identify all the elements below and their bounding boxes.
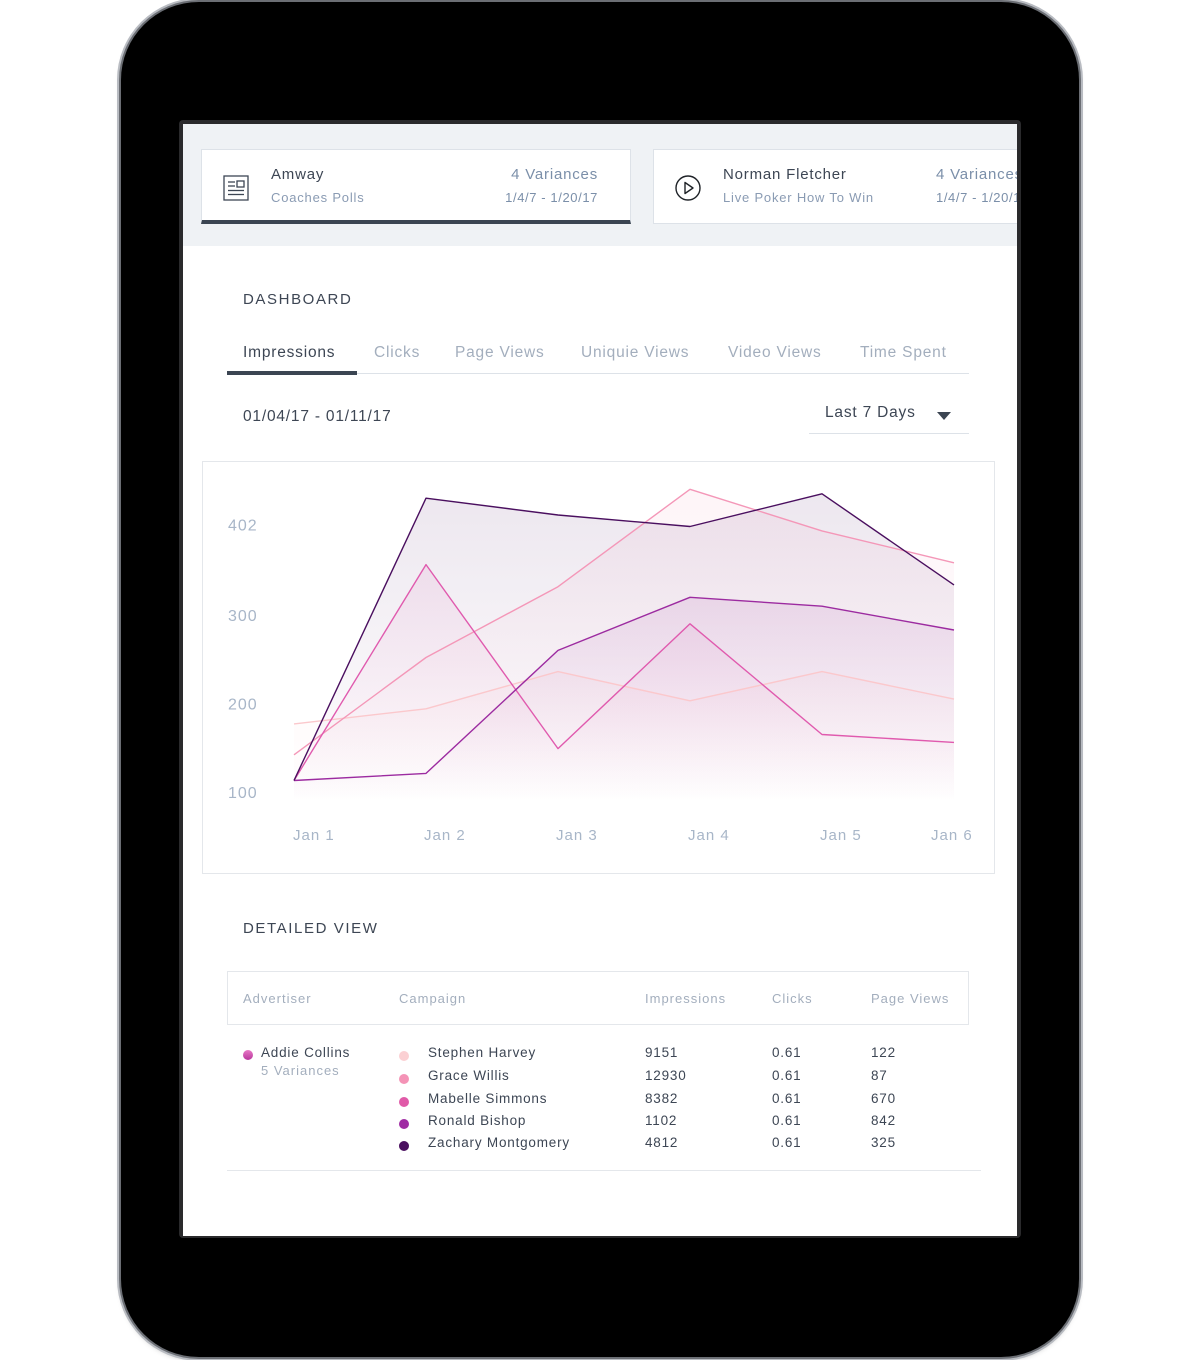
card-dates: 1/4/7 - 1/20/17 (936, 190, 1017, 205)
campaign-name: Ronald Bishop (428, 1113, 527, 1128)
card-dates: 1/4/7 - 1/20/17 (505, 190, 598, 205)
campaign-name: Grace Willis (428, 1068, 510, 1083)
tab-unique-views[interactable]: Uniquie Views (581, 344, 689, 362)
page-views-value: 87 (871, 1068, 888, 1083)
range-dropdown[interactable]: Last 7 Days (809, 396, 969, 434)
campaign-name: Stephen Harvey (428, 1045, 537, 1060)
x-tick-label: Jan 5 (820, 827, 862, 844)
clicks-value: 0.61 (772, 1113, 802, 1128)
impressions-value: 9151 (645, 1045, 679, 1060)
x-tick-label: Jan 4 (688, 827, 730, 844)
page-views-value: 670 (871, 1091, 896, 1106)
clicks-value: 0.61 (772, 1091, 802, 1106)
play-circle-icon (675, 175, 701, 201)
page-views-value: 842 (871, 1113, 896, 1128)
column-header-clicks[interactable]: Clicks (772, 991, 813, 1006)
page-views-value: 122 (871, 1045, 896, 1060)
column-header-page-views[interactable]: Page Views (871, 991, 949, 1006)
impressions-value: 12930 (645, 1068, 687, 1083)
dashboard-title: DASHBOARD (243, 291, 353, 308)
range-dropdown-value: Last 7 Days (825, 404, 916, 421)
campaign-color-dot (399, 1051, 409, 1061)
table-row[interactable]: Stephen Harvey 9151 0.61 122 (227, 1045, 981, 1067)
tab-clicks[interactable]: Clicks (374, 344, 420, 362)
tab-video-views[interactable]: Video Views (728, 344, 822, 362)
card-subtitle: Live Poker How To Win (723, 190, 874, 205)
campaign-cards-bar: Amway Coaches Polls 4 Variances 1/4/7 - … (183, 124, 1017, 246)
tab-time-spent[interactable]: Time Spent (860, 344, 947, 362)
date-range-label: 01/04/17 - 01/11/17 (243, 408, 392, 425)
table-row[interactable]: Zachary Montgomery 4812 0.61 325 (227, 1135, 981, 1157)
card-title: Norman Fletcher (723, 166, 847, 183)
x-tick-label: Jan 1 (293, 827, 335, 844)
impressions-value: 1102 (645, 1113, 678, 1128)
line-chart-svg: 100 200 300 402 Jan 1 Jan 2 Jan 3 Jan 4 Jan 5 Ja… (228, 488, 973, 844)
campaign-color-dot (399, 1141, 409, 1151)
newspaper-icon (223, 175, 249, 201)
y-tick-label: 300 (228, 608, 258, 625)
x-tick-label: Jan 6 (931, 827, 973, 844)
card-title: Amway (271, 166, 325, 183)
campaign-color-dot (399, 1097, 409, 1107)
clicks-value: 0.61 (772, 1135, 802, 1150)
card-variances: 4 Variances (936, 166, 1017, 183)
x-tick-label: Jan 2 (424, 827, 466, 844)
app-viewport: Amway Coaches Polls 4 Variances 1/4/7 - … (183, 124, 1017, 1236)
campaign-card-norman-fletcher[interactable]: Norman Fletcher Live Poker How To Win 4 … (653, 149, 1017, 224)
y-tick-label: 100 (228, 785, 258, 802)
y-tick-label: 402 (228, 518, 258, 535)
y-tick-label: 200 (228, 697, 258, 714)
column-header-advertiser[interactable]: Advertiser (243, 991, 312, 1006)
active-tab-indicator (227, 371, 357, 375)
column-header-campaign[interactable]: Campaign (399, 991, 466, 1006)
page-views-value: 325 (871, 1135, 896, 1150)
clicks-value: 0.61 (772, 1045, 802, 1060)
table-row[interactable]: Grace Willis 12930 0.61 87 (227, 1068, 981, 1090)
table-row[interactable]: Ronald Bishop 1102 0.61 842 (227, 1113, 981, 1135)
tab-page-views[interactable]: Page Views (455, 344, 545, 362)
table-body: Addie Collins 5 Variances Stephen Harvey… (227, 1025, 981, 1171)
impressions-value: 8382 (645, 1091, 679, 1106)
table-row[interactable]: Mabelle Simmons 8382 0.61 670 (227, 1091, 981, 1113)
detailed-view-title: DETAILED VIEW (243, 920, 379, 937)
campaign-name: Zachary Montgomery (428, 1135, 570, 1150)
campaign-color-dot (399, 1119, 409, 1129)
tab-impressions[interactable]: Impressions (243, 344, 335, 362)
impressions-value: 4812 (645, 1135, 679, 1150)
card-variances: 4 Variances (511, 166, 598, 183)
x-tick-label: Jan 3 (556, 827, 598, 844)
campaign-name: Mabelle Simmons (428, 1091, 548, 1106)
campaign-card-amway[interactable]: Amway Coaches Polls 4 Variances 1/4/7 - … (201, 149, 631, 224)
tablet-screen: Amway Coaches Polls 4 Variances 1/4/7 - … (179, 120, 1021, 1238)
impressions-chart: 100 200 300 402 Jan 1 Jan 2 Jan 3 Jan 4 Jan 5 Ja… (202, 461, 995, 874)
clicks-value: 0.61 (772, 1068, 802, 1083)
series-area-zachary-montgomery (294, 493, 954, 803)
column-header-impressions[interactable]: Impressions (645, 991, 726, 1006)
metric-tabs: Impressions Clicks Page Views Uniquie Vi… (227, 336, 969, 375)
table-header: Advertiser Campaign Impressions Clicks P… (227, 971, 969, 1025)
campaign-color-dot (399, 1074, 409, 1084)
caret-down-icon (937, 412, 951, 420)
card-subtitle: Coaches Polls (271, 190, 365, 205)
